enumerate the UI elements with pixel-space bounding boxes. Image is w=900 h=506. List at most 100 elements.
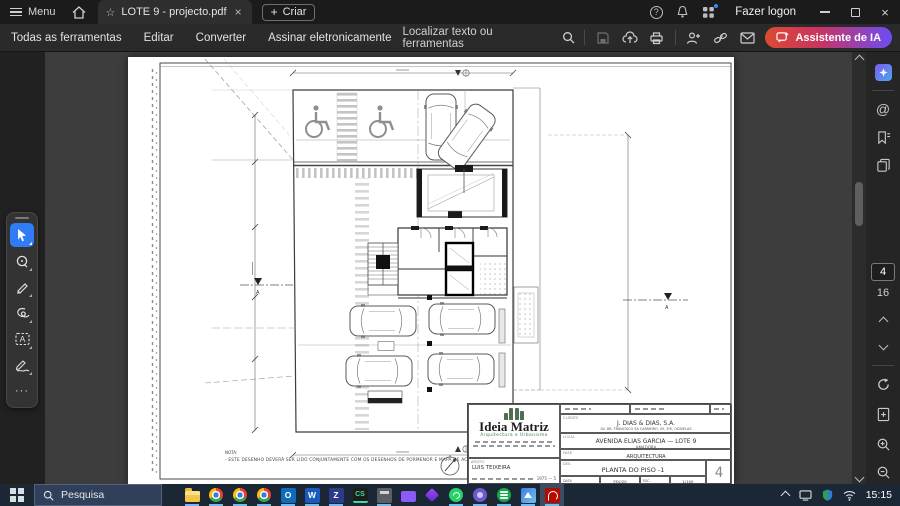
tab-close-icon[interactable]: ×	[233, 5, 244, 19]
edit-menu[interactable]: Editar	[133, 32, 185, 44]
dropdown-corner	[29, 294, 32, 297]
share-upload-button[interactable]	[621, 29, 639, 47]
get-link-button[interactable]	[712, 29, 730, 47]
draw-tool[interactable]	[10, 301, 34, 325]
more-tools[interactable]: ···	[10, 379, 34, 403]
calculator-icon	[377, 488, 392, 503]
sign-tool[interactable]	[10, 353, 34, 377]
taskbar-app-chrome-3[interactable]	[252, 484, 276, 506]
close-button[interactable]: ×	[870, 0, 900, 24]
highlight-tool[interactable]	[10, 275, 34, 299]
previous-page-button[interactable]	[871, 309, 895, 333]
hamburger-icon	[10, 8, 22, 16]
save-button[interactable]	[594, 29, 612, 47]
esign-menu[interactable]: Assinar eletronicamente	[257, 32, 402, 44]
share-with-others-button[interactable]	[685, 29, 703, 47]
taskbar-apps: O W Z CS	[180, 484, 564, 506]
start-button[interactable]	[0, 484, 34, 506]
scroll-up-arrow[interactable]	[855, 54, 864, 64]
architect-cell: ARQTO. LUIS TEIXEIRA 1975 — 5	[468, 458, 560, 485]
chrome-icon	[257, 488, 271, 502]
maximize-button[interactable]	[840, 0, 870, 24]
taskbar-app-file-explorer[interactable]	[180, 484, 204, 506]
taskbar-app-purple-folder[interactable]	[396, 484, 420, 506]
tab-title: LOTE 9 - projecto.pdf	[121, 6, 226, 18]
taskbar-app-word[interactable]: W	[300, 484, 324, 506]
vertical-scrollbar[interactable]	[852, 52, 866, 484]
star-icon[interactable]: ☆	[106, 6, 116, 19]
apps-grid-button[interactable]	[695, 0, 721, 24]
notifications-button[interactable]	[669, 0, 695, 24]
display-tray-icon[interactable]	[799, 490, 812, 501]
taskbar-app-green[interactable]	[492, 484, 516, 506]
toolbar: Todas as ferramentas Editar Converter As…	[0, 24, 900, 52]
zoom-in-button[interactable]	[871, 432, 895, 456]
taskbar-app-calculator[interactable]	[372, 484, 396, 506]
bell-icon	[676, 5, 689, 19]
taskbar-app-outlook[interactable]: O	[276, 484, 300, 506]
print-button[interactable]	[648, 29, 666, 47]
svg-text:A: A	[19, 334, 25, 344]
taskbar-app-z[interactable]: Z	[324, 484, 348, 506]
find-text-button[interactable]: Localizar texto ou ferramentas	[403, 26, 576, 50]
wifi-tray-icon[interactable]	[843, 490, 856, 501]
signature-pen-icon	[15, 358, 30, 372]
page-number-input[interactable]: 4	[871, 263, 895, 281]
document-tab[interactable]: ☆ LOTE 9 - projecto.pdf ×	[98, 0, 252, 24]
create-button[interactable]: + Criar	[262, 4, 316, 21]
select-tool[interactable]	[10, 223, 34, 247]
taskbar-search-input[interactable]: Pesquisa	[34, 484, 162, 506]
pdf-page[interactable]: A A NOTA: - ESTE DESENHO DEVERÁ SER LI	[128, 57, 734, 484]
help-button[interactable]: ?	[643, 0, 669, 24]
zoom-out-button[interactable]	[871, 460, 895, 484]
create-label: Criar	[283, 6, 307, 18]
email-button[interactable]	[739, 29, 757, 47]
scrollbar-thumb[interactable]	[855, 182, 863, 226]
taskbar-app-cs[interactable]: CS	[348, 484, 372, 506]
bookmarks-panel-button[interactable]	[871, 125, 895, 149]
add-text-tool[interactable]: A	[10, 327, 34, 351]
taskbar-app-chrome-1[interactable]	[204, 484, 228, 506]
tray-expand-button[interactable]	[782, 492, 789, 499]
cs-app-icon: CS	[353, 488, 368, 503]
titlebar: Menu ☆ LOTE 9 - projecto.pdf × + Criar ?…	[0, 0, 900, 24]
note-label: NOTA:	[225, 450, 237, 455]
scroll-down-arrow[interactable]	[855, 472, 864, 482]
home-button[interactable]	[66, 0, 92, 24]
convert-menu[interactable]: Converter	[185, 32, 258, 44]
menu-label: Menu	[28, 6, 56, 18]
z-app-icon: Z	[329, 488, 344, 503]
des-label: DES.	[563, 462, 572, 466]
firm-subtitle: Arquitectura e Urbanismo	[469, 433, 559, 438]
next-page-button[interactable]	[871, 335, 895, 359]
menu-button[interactable]: Menu	[0, 0, 66, 24]
taskbar-app-whatsapp[interactable]	[444, 484, 468, 506]
taskbar-app-diamond[interactable]	[420, 484, 444, 506]
fit-page-button[interactable]	[871, 402, 895, 426]
page-thumbnails-button[interactable]	[871, 153, 895, 177]
taskbar-clock[interactable]: 15:15	[866, 489, 892, 501]
minimize-button[interactable]	[810, 0, 840, 24]
dropdown-corner	[29, 242, 32, 245]
document-canvas: A ···	[0, 52, 900, 484]
taskbar-app-chrome-2[interactable]	[228, 484, 252, 506]
chrome-icon	[209, 488, 223, 502]
local-cell: LOCAL AVENIDA ELIAS GARCIA — LOTE 9 AMAD…	[560, 433, 732, 449]
all-tools-menu[interactable]: Todas as ferramentas	[0, 32, 133, 44]
security-shield-tray-icon[interactable]	[822, 489, 833, 501]
ai-assistant-panel-button[interactable]	[871, 60, 895, 84]
acrobat-window: Menu ☆ LOTE 9 - projecto.pdf × + Criar ?…	[0, 0, 900, 506]
drag-handle[interactable]	[15, 217, 29, 219]
taskbar-app-swirl[interactable]	[468, 484, 492, 506]
taskbar-app-acrobat[interactable]	[540, 484, 564, 506]
plus-icon: +	[271, 6, 278, 18]
chevron-down-icon	[878, 340, 888, 350]
comments-panel-button[interactable]: @	[871, 97, 895, 121]
person-add-icon	[686, 31, 701, 45]
ai-assistant-button[interactable]: Assistente de IA	[765, 27, 892, 48]
add-comment-tool[interactable]	[10, 249, 34, 273]
rotate-page-button[interactable]	[871, 372, 895, 396]
taskbar-app-photos[interactable]	[516, 484, 540, 506]
rotate-icon	[876, 377, 891, 392]
signin-button[interactable]: Fazer logon	[721, 6, 810, 18]
